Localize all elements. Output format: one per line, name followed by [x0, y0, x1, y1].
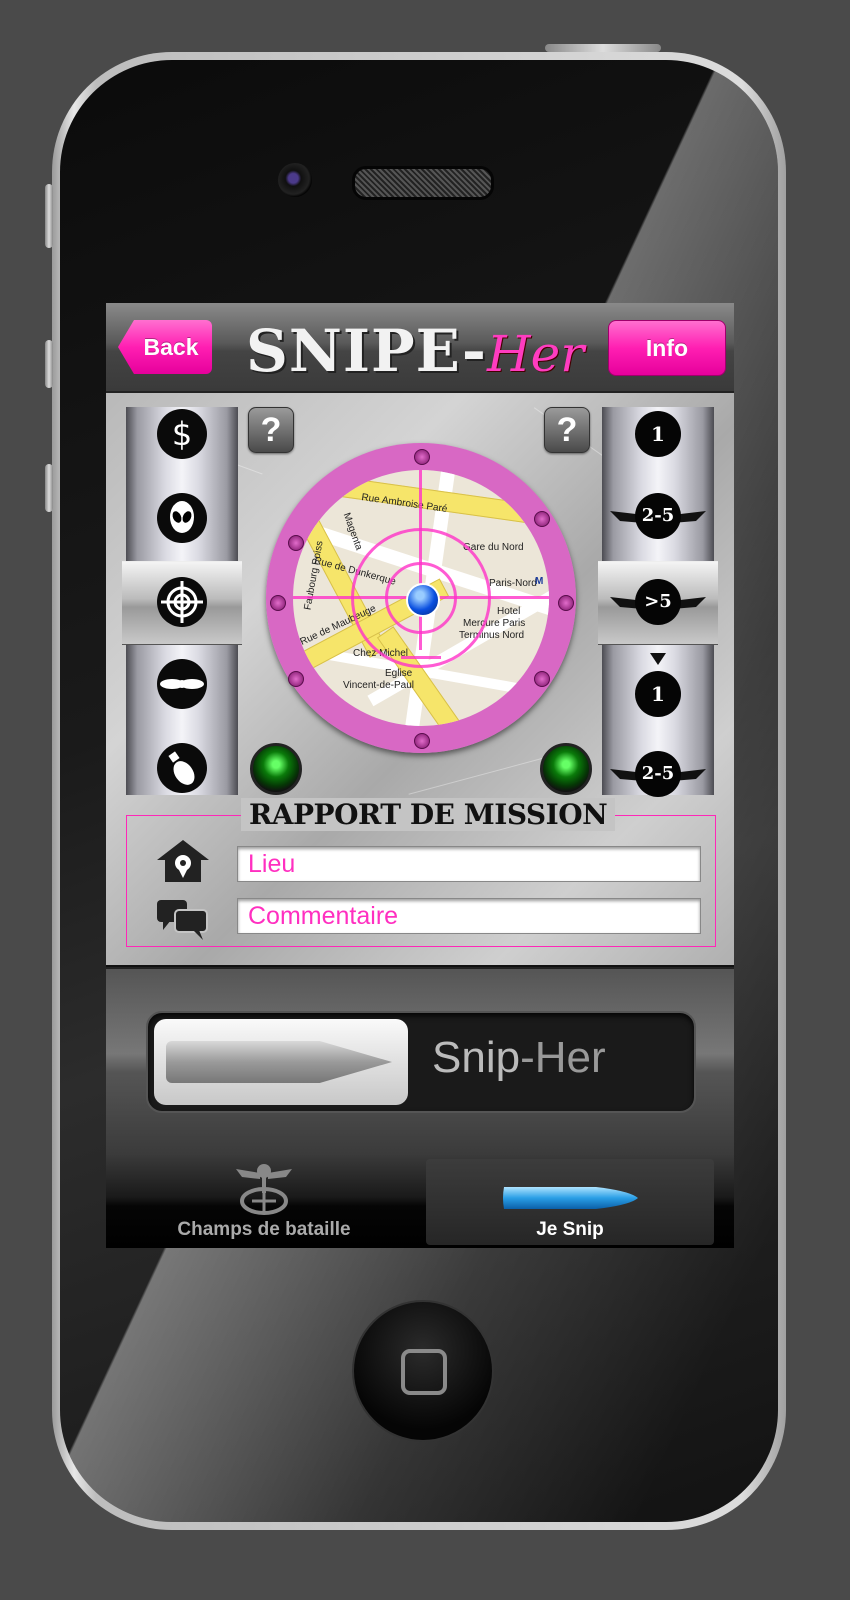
volume-down-button	[45, 464, 53, 512]
screw-icon	[270, 595, 286, 611]
status-led-left	[250, 743, 302, 795]
slider-area: Snip-Her	[106, 967, 734, 1157]
alien-icon[interactable]	[157, 493, 207, 543]
location-dot-icon	[406, 583, 440, 617]
help-button-left[interactable]: ?	[248, 407, 294, 453]
app-screen: Back SNIPE-Her Info $ 1 2-5 >5 1 2-5 ? ?…	[106, 303, 734, 1248]
status-led-right	[540, 743, 592, 795]
tab-je-snip[interactable]: Je Snip	[426, 1159, 714, 1245]
blue-bullet-icon	[503, 1187, 638, 1209]
back-button-label: Back	[143, 334, 199, 360]
help-button-right[interactable]: ?	[544, 407, 590, 453]
location-house-icon	[157, 840, 209, 882]
power-button	[545, 44, 661, 52]
count-option[interactable]: 1	[635, 411, 681, 457]
svg-text:$: $	[172, 415, 192, 453]
tab-je-snip-label: Je Snip	[536, 1219, 604, 1240]
volume-up-button	[45, 340, 53, 388]
map-street-label: Vincent-de-Paul	[343, 680, 414, 691]
info-button[interactable]: Info	[608, 320, 726, 376]
count-option[interactable]: 2-5	[635, 493, 681, 539]
map-street-label: Paris-Nord	[489, 578, 537, 589]
map-view[interactable]: Rue Ambroise Paré Magenta Rue de Dunkerq…	[293, 470, 549, 726]
mute-switch	[45, 184, 53, 248]
navigation-bar: Back SNIPE-Her Info	[106, 303, 734, 393]
home-square-icon	[401, 1349, 447, 1395]
triangle-down-icon	[650, 653, 666, 665]
target-count-picker[interactable]: 1 2-5 >5 1 2-5	[598, 407, 718, 797]
crosshair-icon[interactable]	[157, 577, 207, 627]
dollar-icon[interactable]: $	[157, 409, 207, 459]
scope-viewer: Rue Ambroise Paré Magenta Rue de Dunkerq…	[266, 443, 576, 753]
app-logo: SNIPE-Her	[246, 317, 596, 385]
venus-symbol-bar	[401, 656, 441, 659]
place-field[interactable]	[237, 846, 701, 882]
count-option[interactable]: 2-5	[635, 751, 681, 797]
slider-text-main: Snip	[432, 1033, 521, 1082]
metro-icon: M	[535, 576, 544, 587]
screw-icon	[414, 449, 430, 465]
screw-icon	[534, 671, 550, 687]
screw-icon	[558, 595, 574, 611]
back-button[interactable]: Back	[118, 320, 212, 374]
report-title: RAPPORT DE MISSION	[241, 798, 616, 831]
tab-battlefield[interactable]: Champs de bataille	[120, 1159, 408, 1245]
snip-slider-track[interactable]: Snip-Her	[146, 1011, 696, 1113]
count-option-selected[interactable]: >5	[635, 579, 681, 625]
earpiece-speaker	[352, 166, 494, 200]
map-street-label: Hotel	[497, 606, 521, 617]
front-camera	[278, 163, 312, 197]
info-button-label: Info	[645, 335, 689, 361]
comment-field[interactable]	[237, 898, 701, 934]
screw-icon	[534, 511, 550, 527]
logo-accent-text: Her	[487, 325, 585, 383]
slider-text: Snip-Her	[432, 1033, 606, 1083]
map-street-label: Eglise	[385, 668, 413, 679]
mission-report: RAPPORT DE MISSION	[126, 798, 716, 947]
home-button[interactable]	[352, 1300, 494, 1442]
screw-icon	[414, 733, 430, 749]
crosshair-vertical	[419, 470, 422, 650]
propeller-icon[interactable]	[157, 659, 207, 709]
battlefield-wings-icon	[236, 1164, 292, 1215]
comment-bubbles-icon	[157, 900, 208, 940]
target-type-picker[interactable]: $	[122, 407, 242, 795]
tab-bar: Champs de bataille Je Snip	[106, 1155, 734, 1248]
tab-battlefield-label: Champs de bataille	[177, 1219, 351, 1240]
snip-slider-knob[interactable]	[154, 1019, 408, 1105]
bullet-icon	[166, 1041, 392, 1083]
slider-text-accent: -Her	[520, 1033, 606, 1082]
count-option[interactable]: 1	[635, 671, 681, 717]
logo-main-text: SNIPE-	[246, 317, 488, 385]
map-street-label: Faubourg Poiss	[302, 540, 326, 611]
bomb-icon[interactable]	[157, 743, 207, 793]
